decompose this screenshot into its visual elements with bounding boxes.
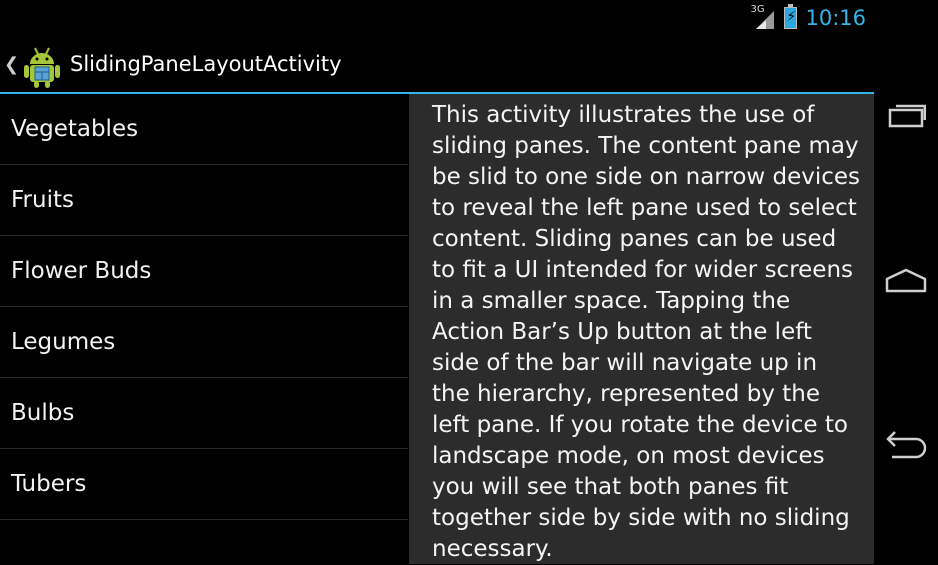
list-item-legumes[interactable]: Legumes (0, 307, 408, 378)
list-item-fruits[interactable]: Fruits (0, 165, 408, 236)
content-description: This activity illustrates the use of sli… (432, 102, 861, 562)
list-item-label: Vegetables (11, 116, 139, 142)
list-item-bulbs[interactable]: Bulbs (0, 378, 408, 449)
left-pane-list: Vegetables Fruits Flower Buds Legumes Bu… (0, 94, 408, 564)
list-item-label: Flower Buds (11, 258, 152, 284)
battery-icon: ⚡ (784, 4, 798, 29)
home-icon[interactable] (882, 260, 930, 300)
signal-icon: 3G (750, 4, 776, 29)
content-pane[interactable]: This activity illustrates the use of sli… (409, 94, 874, 564)
status-bar: 3G ⚡ 10:16 (0, 0, 874, 38)
android-robot-icon[interactable] (22, 44, 62, 88)
navigation-bar (874, 0, 938, 564)
list-item-label: Bulbs (11, 400, 75, 426)
list-item-label: Fruits (11, 187, 74, 213)
chevron-left-icon[interactable]: ❮ (4, 54, 19, 75)
status-indicators: 3G ⚡ 10:16 (750, 4, 866, 30)
app-screen: 3G ⚡ 10:16 ❮ SlidingPaneLayoutActivity V… (0, 0, 874, 564)
list-item-flower-buds[interactable]: Flower Buds (0, 236, 408, 307)
list-item-tubers[interactable]: Tubers (0, 449, 408, 520)
recent-apps-icon[interactable] (882, 96, 930, 136)
back-icon[interactable] (882, 424, 930, 464)
list-item-label: Legumes (11, 329, 116, 355)
status-clock: 10:16 (805, 6, 866, 30)
action-bar: ❮ SlidingPaneLayoutActivity (0, 38, 874, 94)
list-item-label: Tubers (11, 471, 87, 497)
action-bar-title: SlidingPaneLayoutActivity (70, 52, 342, 76)
list-item-vegetables[interactable]: Vegetables (0, 94, 408, 165)
